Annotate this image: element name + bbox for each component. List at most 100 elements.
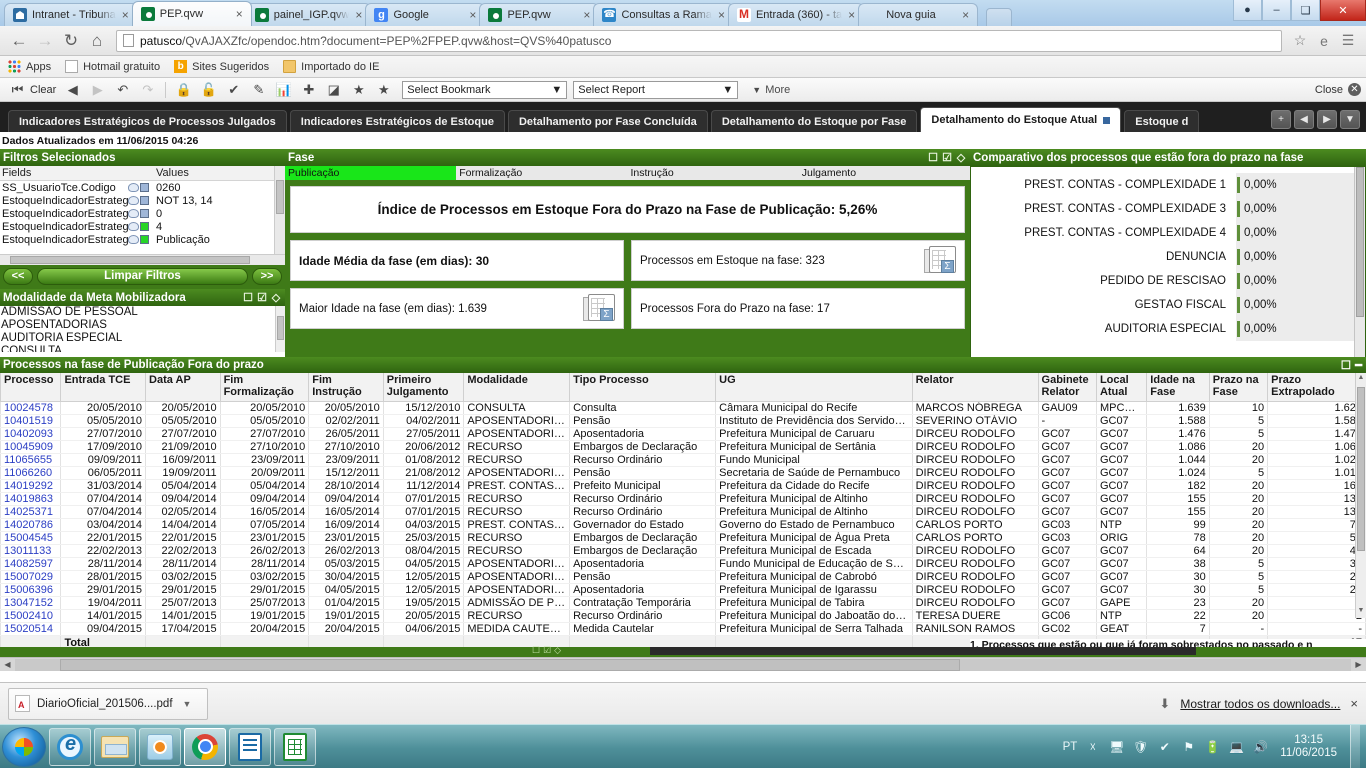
table-cell[interactable]: GC07 (1037, 453, 1097, 467)
table-cell[interactable]: GC07 (1095, 544, 1148, 558)
more-button[interactable]: ▼ More (752, 84, 790, 96)
table-cell[interactable]: Aposentadoria (569, 557, 717, 571)
page-horizontal-scrollbar[interactable]: ◀ ▶ (0, 657, 1366, 671)
table-cell[interactable]: Prefeito Municipal (569, 479, 717, 493)
table-cell[interactable]: Recurso Ordinário (569, 492, 717, 506)
table-cell[interactable]: ORIG (1095, 531, 1148, 545)
table-cell[interactable]: 19/05/2015 (382, 596, 465, 610)
table-cell[interactable]: 20/05/2015 (382, 609, 465, 623)
table-cell[interactable]: DIRCEU RODOLFO (911, 492, 1039, 506)
table-cell[interactable]: 07/01/2015 (382, 505, 465, 519)
filtros-vertical-scrollbar[interactable] (274, 166, 285, 254)
table-cell[interactable]: 30/04/2015 (308, 570, 384, 584)
chevron-down-icon[interactable]: ▼ (183, 699, 192, 709)
processo-link[interactable]: 14019292 (4, 480, 53, 492)
table-cell[interactable]: 09/04/2015 (60, 622, 147, 636)
table-cell[interactable]: GC02 (1037, 622, 1097, 636)
table-cell[interactable]: MPCO03 (1095, 401, 1148, 415)
table-cell[interactable]: 30 (1146, 570, 1210, 584)
browser-tab-1[interactable]: Intranet - Tribuna × (4, 3, 138, 26)
table-cell[interactable]: 03/02/2015 (219, 570, 310, 584)
table-cell[interactable]: 20/05/2010 (60, 401, 147, 415)
prev-sheet-icon[interactable]: ◀ (1294, 110, 1314, 129)
table-cell[interactable]: Prefeitura Municipal do Jaboatão dos G..… (715, 609, 913, 623)
comparativo-scrollbar[interactable] (1354, 167, 1365, 357)
sheet-tab-indicadores-estoque[interactable]: Indicadores Estratégicos de Estoque (289, 110, 505, 132)
sheet-tab-estoque-d[interactable]: Estoque d (1124, 110, 1200, 132)
filtros-row[interactable]: SS_UsuarioTce.Codigo 0260 (0, 181, 285, 194)
table-cell[interactable]: Prefeitura Municipal de Serra Talhada (715, 622, 913, 636)
table-cell[interactable]: 05/05/2010 (60, 414, 147, 428)
table-cell[interactable]: 29/01/2015 (219, 583, 310, 597)
table-cell[interactable]: - (1267, 622, 1366, 636)
table-cell[interactable]: 7 (1146, 622, 1210, 636)
table-cell[interactable]: DIRCEU RODOLFO (911, 557, 1039, 571)
table-cell[interactable]: Prefeitura Municipal de Altinho (715, 492, 913, 506)
clear-button[interactable]: ⏮ Clear (5, 80, 57, 100)
table-cell[interactable]: GC07 (1037, 557, 1097, 571)
table-cell[interactable]: Prefeitura Municipal de Caruaru (715, 427, 913, 441)
comparativo-row[interactable]: PREST. CONTAS - COMPLEXIDADE 1 0,00% (971, 173, 1365, 197)
table-cell[interactable]: 28/11/2014 (219, 557, 310, 571)
bookmark-star-icon[interactable]: ☆ (1288, 32, 1312, 49)
table-cell[interactable]: 20/06/2012 (382, 440, 465, 454)
filtros-row[interactable]: EstoqueIndicadorEstrategic 0 (0, 207, 285, 220)
browser-tab-4[interactable]: g Google × (365, 3, 486, 26)
table-cell[interactable]: DIRCEU RODOLFO (911, 583, 1039, 597)
table-cell[interactable]: GC07 (1037, 492, 1097, 506)
table-cell[interactable]: 10 (1208, 401, 1269, 415)
table-cell[interactable]: 07/01/2015 (382, 492, 465, 506)
select-all-icon[interactable]: ☑ (543, 645, 551, 656)
table-row[interactable]: 15020514 09/04/2015 17/04/2015 20/04/2015 20… (0, 622, 1366, 636)
select-report-dropdown[interactable]: Select Report ▼ (573, 80, 739, 99)
processo-link[interactable]: 10045909 (4, 441, 53, 453)
table-cell[interactable]: GC07 (1037, 440, 1097, 454)
table-cell[interactable]: GC07 (1095, 479, 1148, 493)
shield-tray-icon[interactable]: ✔ (1156, 738, 1173, 755)
table-cell[interactable]: 27/07/2010 (219, 427, 310, 441)
comparativo-row[interactable]: PEDIDO DE RESCISÃO 0,00% (971, 269, 1365, 293)
table-cell[interactable]: 31/03/2014 (60, 479, 147, 493)
table-cell[interactable]: GC07 (1095, 414, 1148, 428)
col-entrada-tce[interactable]: Entrada TCE (60, 373, 147, 402)
table-cell[interactable]: 25/07/2013 (219, 596, 310, 610)
table-cell[interactable]: Prefeitura Municipal de Escada (715, 544, 913, 558)
table-cell[interactable]: 155 (1146, 505, 1210, 519)
processo-link[interactable]: 13047152 (4, 597, 53, 609)
table-cell[interactable]: 1.019 (1267, 466, 1366, 480)
processo-link[interactable]: 15006396 (4, 584, 53, 596)
table-cell[interactable]: GC03 (1037, 531, 1097, 545)
table-row[interactable]: 15004545 22/01/2015 22/01/2015 23/01/2015 23… (0, 531, 1366, 545)
table-cell[interactable]: 09/04/2014 (308, 492, 384, 506)
table-cell[interactable]: Recurso Ordinário (569, 505, 717, 519)
search-erase-icon[interactable]: ◇ (270, 292, 282, 304)
table-cell[interactable]: 02/05/2014 (145, 505, 221, 519)
table-cell[interactable]: GC07 (1037, 570, 1097, 584)
table-cell[interactable]: 03/02/2015 (145, 570, 221, 584)
table-cell[interactable]: 20/04/2015 (219, 622, 310, 636)
chart-icon[interactable]: 📊 (271, 80, 296, 100)
network-tray-icon[interactable]: 💻 (1228, 738, 1245, 755)
table-cell[interactable]: APOSENTADORIAS (463, 570, 571, 584)
table-cell[interactable]: GC06 (1037, 609, 1097, 623)
table-cell[interactable]: MARCOS NÓBREGA (911, 401, 1039, 415)
table-cell[interactable]: 22/02/2013 (145, 544, 221, 558)
language-indicator[interactable]: PT (1063, 741, 1078, 753)
table-cell[interactable]: 03/04/2014 (60, 518, 147, 532)
processo-link[interactable]: 10402093 (4, 428, 53, 440)
table-cell[interactable]: 05/04/2014 (219, 479, 310, 493)
fase-option-instrucao[interactable]: Instrução (628, 166, 799, 180)
processo-link[interactable]: 13011133 (4, 545, 51, 557)
table-cell[interactable]: 5 (1208, 466, 1269, 480)
table-cell[interactable]: RECURSO (463, 505, 571, 519)
edit-note-icon[interactable]: ✎ (246, 80, 271, 100)
clear-selection-icon[interactable]: ☐ (532, 645, 540, 656)
antivirus-tray-icon[interactable]: 🛡 (1132, 738, 1149, 755)
table-cell[interactable]: 135 (1267, 505, 1366, 519)
table-row[interactable]: 14019863 07/04/2014 09/04/2014 09/04/2014 09… (0, 492, 1366, 506)
close-icon[interactable]: × (355, 9, 362, 21)
table-cell[interactable]: 99 (1146, 518, 1210, 532)
reload-icon[interactable]: ↻ (58, 32, 84, 49)
table-cell[interactable]: 1.588 (1146, 414, 1210, 428)
table-cell[interactable]: 1.066 (1267, 440, 1366, 454)
